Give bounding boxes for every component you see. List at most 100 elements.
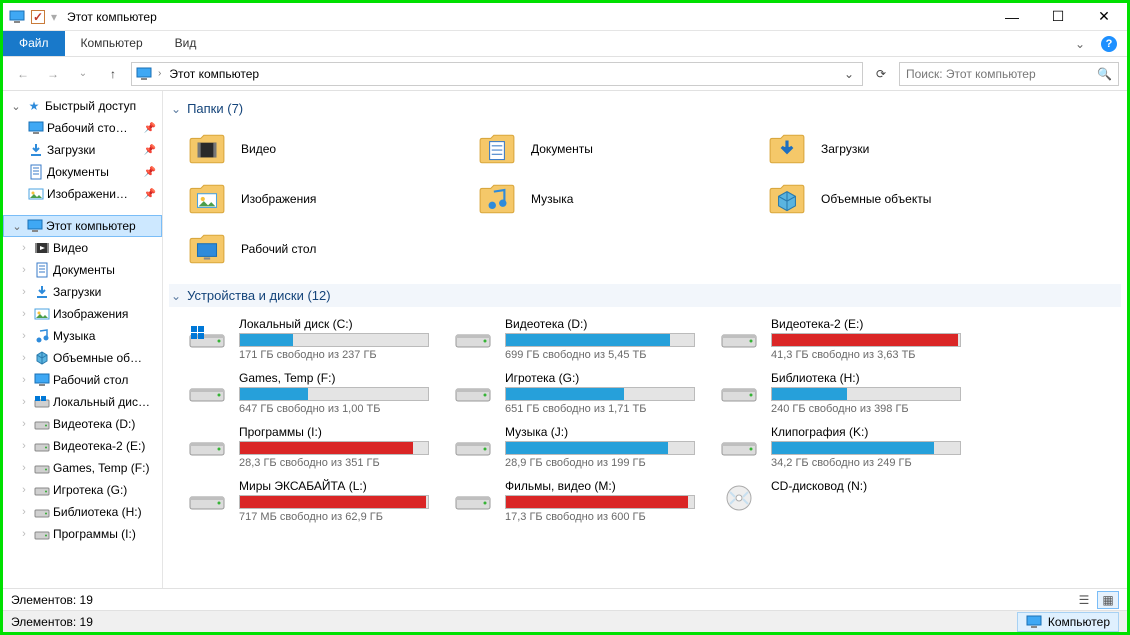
expand-toggle[interactable]: ›	[17, 286, 31, 298]
tree-pc-item[interactable]: › Объемные об…	[3, 347, 162, 369]
status-item-count: Элементов: 19	[11, 615, 93, 629]
drive-item[interactable]: Клипография (K:)34,2 ГБ свободно из 249 …	[717, 423, 963, 471]
tree-quick-item[interactable]: Документы📌	[3, 161, 162, 183]
drive-item[interactable]: Фильмы, видео (M:)17,3 ГБ свободно из 60…	[451, 477, 697, 525]
folder-item[interactable]: Изображения	[185, 174, 435, 224]
tab-computer[interactable]: Компьютер	[65, 31, 159, 56]
capacity-bar	[239, 387, 429, 401]
close-button[interactable]: ✕	[1081, 3, 1127, 31]
expand-toggle[interactable]: ›	[17, 440, 31, 452]
tree-this-pc[interactable]: ⌄ Этот компьютер	[3, 215, 162, 237]
tree-quick-item[interactable]: Рабочий сто…📌	[3, 117, 162, 139]
drive-item[interactable]: Миры ЭКСАБАЙТА (L:)717 МБ свободно из 62…	[185, 477, 431, 525]
tree-pc-item[interactable]: ›Видеотека-2 (E:)	[3, 435, 162, 457]
expand-toggle[interactable]: ⌄	[9, 100, 23, 113]
refresh-button[interactable]: ⟳	[869, 63, 893, 85]
tree-pc-item[interactable]: ›Видео	[3, 237, 162, 259]
drive-label: Библиотека (H:)	[771, 371, 961, 385]
expand-toggle[interactable]: ›	[17, 484, 31, 496]
address-expand-button[interactable]: ⌄	[840, 67, 858, 81]
status-bar-inner: Элементов: 19 ☰ ▦	[3, 588, 1127, 610]
drive-item[interactable]: Games, Temp (F:)647 ГБ свободно из 1,00 …	[185, 369, 431, 417]
drive-item[interactable]: Видеотека-2 (E:)41,3 ГБ свободно из 3,63…	[717, 315, 963, 363]
tree-quick-access[interactable]: ⌄ ★ Быстрый доступ	[3, 95, 162, 117]
tree-pc-item[interactable]: › Локальный дис…	[3, 391, 162, 413]
chevron-down-icon[interactable]: ⌄	[171, 289, 181, 303]
music-icon	[33, 328, 51, 344]
view-tiles-button[interactable]: ▦	[1097, 591, 1119, 609]
expand-toggle[interactable]: ⌄	[10, 220, 24, 233]
chevron-down-icon[interactable]: ⌄	[171, 102, 181, 116]
tree-pc-item[interactable]: ›Games, Temp (F:)	[3, 457, 162, 479]
drive-item[interactable]: Игротека (G:)651 ГБ свободно из 1,71 ТБ	[451, 369, 697, 417]
search-icon[interactable]: 🔍	[1097, 67, 1112, 81]
expand-toggle[interactable]: ›	[17, 506, 31, 518]
3d-icon	[33, 350, 51, 366]
tree-item-label: Объемные об…	[53, 351, 142, 365]
folder-item[interactable]: Загрузки	[765, 124, 1015, 174]
tab-view[interactable]: Вид	[159, 31, 213, 56]
capacity-bar	[239, 441, 429, 455]
folder-item[interactable]: Видео	[185, 124, 435, 174]
expand-toggle[interactable]: ›	[17, 418, 31, 430]
nav-history-button[interactable]: ⌄	[71, 62, 95, 86]
checkbox-icon[interactable]: ✓	[31, 10, 45, 24]
hdd-icon	[187, 371, 227, 403]
expand-toggle[interactable]: ›	[17, 308, 31, 320]
drive-item[interactable]: Видеотека (D:)699 ГБ свободно из 5,45 ТБ	[451, 315, 697, 363]
address-bar[interactable]: › Этот компьютер ⌄	[131, 62, 863, 86]
expand-toggle[interactable]: ›	[17, 528, 31, 540]
capacity-bar	[505, 333, 695, 347]
expand-toggle[interactable]: ›	[17, 462, 31, 474]
tree-pc-item[interactable]: ›Игротека (G:)	[3, 479, 162, 501]
status-zone-label: Компьютер	[1048, 615, 1110, 629]
tree-quick-item[interactable]: Изображени…📌	[3, 183, 162, 205]
search-input[interactable]: Поиск: Этот компьютер 🔍	[899, 62, 1119, 86]
tree-pc-item[interactable]: ›Библиотека (H:)	[3, 501, 162, 523]
tree-pc-item[interactable]: ›Видеотека (D:)	[3, 413, 162, 435]
ribbon-collapse-button[interactable]: ⌄	[1069, 31, 1091, 56]
tree-item-label: Локальный дис…	[53, 395, 150, 409]
drive-item[interactable]: Музыка (J:)28,9 ГБ свободно из 199 ГБ	[451, 423, 697, 471]
help-button[interactable]: ?	[1091, 31, 1127, 56]
address-row: ← → ⌄ ↑ › Этот компьютер ⌄ ⟳ Поиск: Этот…	[3, 57, 1127, 91]
tree-pc-item[interactable]: ›Музыка	[3, 325, 162, 347]
group-header-folders[interactable]: ⌄ Папки (7)	[169, 97, 1121, 120]
drive-item[interactable]: CD-дисковод (N:)	[717, 477, 963, 525]
folder-item[interactable]: Рабочий стол	[185, 224, 435, 274]
expand-toggle[interactable]: ›	[17, 264, 31, 276]
group-header-label: Папки (7)	[187, 101, 243, 116]
pc-icon	[136, 67, 152, 81]
tree-pc-item[interactable]: ›Рабочий стол	[3, 369, 162, 391]
drive-item[interactable]: Программы (I:)28,3 ГБ свободно из 351 ГБ	[185, 423, 431, 471]
tree-item-label: Изображения	[53, 307, 128, 321]
tree-pc-item[interactable]: › Изображения	[3, 303, 162, 325]
tree-pc-item[interactable]: ›Документы	[3, 259, 162, 281]
tree-pc-item[interactable]: ›Программы (I:)	[3, 523, 162, 545]
folder-item[interactable]: Документы	[475, 124, 725, 174]
expand-toggle[interactable]: ›	[17, 374, 31, 386]
tab-file[interactable]: Файл	[3, 31, 65, 56]
group-header-drives[interactable]: ⌄ Устройства и диски (12)	[169, 284, 1121, 307]
expand-toggle[interactable]: ›	[17, 242, 31, 254]
expand-toggle[interactable]: ›	[17, 396, 31, 408]
minimize-button[interactable]: —	[989, 3, 1035, 31]
expand-toggle[interactable]: ›	[17, 352, 31, 364]
drive-item[interactable]: Библиотека (H:)240 ГБ свободно из 398 ГБ	[717, 369, 963, 417]
folder-item[interactable]: Музыка	[475, 174, 725, 224]
nav-up-button[interactable]: ↑	[101, 62, 125, 86]
folder-item[interactable]: Объемные объекты	[765, 174, 1015, 224]
nav-forward-button[interactable]: →	[41, 62, 65, 86]
view-details-button[interactable]: ☰	[1073, 591, 1095, 609]
status-zone-button[interactable]: Компьютер	[1017, 612, 1119, 632]
navigation-pane: ⌄ ★ Быстрый доступ Рабочий сто…📌Загрузки…	[3, 91, 163, 588]
maximize-button[interactable]: ☐	[1035, 3, 1081, 31]
drive-label: Игротека (G:)	[505, 371, 695, 385]
nav-back-button[interactable]: ←	[11, 62, 35, 86]
tree-quick-item[interactable]: Загрузки📌	[3, 139, 162, 161]
chevron-right-icon[interactable]: ›	[158, 68, 161, 79]
expand-toggle[interactable]: ›	[17, 330, 31, 342]
tree-pc-item[interactable]: ›Загрузки	[3, 281, 162, 303]
drive-item[interactable]: Локальный диск (C:)171 ГБ свободно из 23…	[185, 315, 431, 363]
breadcrumb-location[interactable]: Этот компьютер	[167, 65, 261, 83]
